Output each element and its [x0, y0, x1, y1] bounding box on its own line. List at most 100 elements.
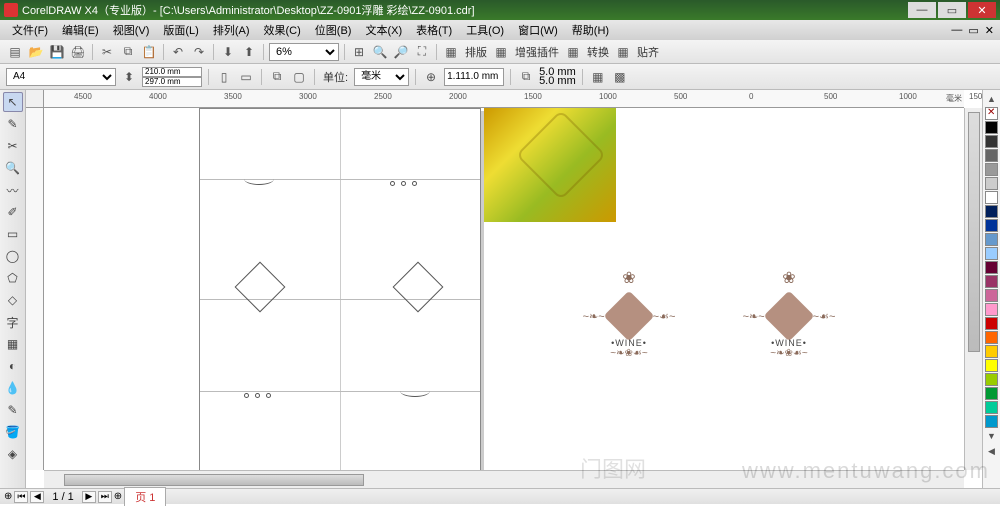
color-swatch[interactable] — [985, 359, 998, 372]
menu-table[interactable]: 表格(T) — [410, 20, 458, 40]
table-tool-icon[interactable]: ▦ — [3, 334, 23, 354]
save-icon[interactable]: 💾 — [48, 43, 66, 61]
color-swatch[interactable] — [985, 205, 998, 218]
panel-convert-label[interactable]: 转换 — [585, 44, 611, 60]
panel-plugin-label[interactable]: 增强插件 — [513, 44, 561, 60]
options-icon[interactable]: ▩ — [611, 68, 629, 86]
copy-icon[interactable]: ⧉ — [119, 43, 137, 61]
color-swatch[interactable] — [985, 163, 998, 176]
treat-as-filled-icon[interactable]: ▦ — [589, 68, 607, 86]
color-swatch[interactable] — [985, 387, 998, 400]
ruler-corner[interactable] — [26, 90, 44, 108]
color-swatch[interactable] — [985, 135, 998, 148]
horizontal-scrollbar[interactable] — [44, 470, 964, 488]
color-swatch[interactable] — [985, 233, 998, 246]
maximize-button[interactable]: ▭ — [938, 2, 966, 18]
portrait-icon[interactable]: ▯ — [215, 68, 233, 86]
pick-tool-icon[interactable]: ↖ — [3, 92, 23, 112]
add-page-icon[interactable]: ⊕ — [4, 491, 12, 502]
ellipse-tool-icon[interactable]: ◯ — [3, 246, 23, 266]
close-button[interactable]: ✕ — [968, 2, 996, 18]
minimize-button[interactable]: — — [908, 2, 936, 18]
panel-layout-label[interactable]: 排版 — [463, 44, 489, 60]
crop-tool-icon[interactable]: ✂ — [3, 136, 23, 156]
palette-down-icon[interactable]: ▼ — [987, 429, 996, 443]
menu-file[interactable]: 文件(F) — [6, 20, 54, 40]
color-swatch[interactable] — [985, 177, 998, 190]
blend-tool-icon[interactable]: ◐ — [3, 356, 23, 376]
menu-bitmap[interactable]: 位图(B) — [309, 20, 358, 40]
color-swatch[interactable] — [985, 107, 998, 120]
paste-icon[interactable]: 📋 — [140, 43, 158, 61]
color-swatch[interactable] — [985, 373, 998, 386]
color-swatch[interactable] — [985, 289, 998, 302]
color-swatch[interactable] — [985, 149, 998, 162]
menu-layout[interactable]: 版面(L) — [157, 20, 204, 40]
color-swatch[interactable] — [985, 331, 998, 344]
ruler-horizontal[interactable]: 4500 4000 3500 3000 2500 2000 1500 1000 … — [44, 90, 964, 108]
panel-align-icon[interactable]: ▦ — [614, 43, 632, 61]
color-swatch[interactable] — [985, 261, 998, 274]
viewport[interactable]: ❀ ~❧~ ~☙~ •WINE• ~❧❀☙~ ❀ ~❧~ ~☙~ •WINE• — [44, 108, 964, 470]
vscroll-thumb[interactable] — [968, 112, 980, 352]
page-width-input[interactable] — [142, 67, 202, 77]
mdi-minimize-icon[interactable]: — — [951, 24, 962, 37]
zoom-out-icon[interactable]: 🔎 — [392, 43, 410, 61]
mdi-restore-icon[interactable]: ▭ — [968, 24, 978, 37]
panel-layout-icon[interactable]: ▦ — [442, 43, 460, 61]
snap-icon[interactable]: ⊞ — [350, 43, 368, 61]
fill-tool-icon[interactable]: 🪣 — [3, 422, 23, 442]
nudge-input[interactable] — [444, 68, 504, 86]
landscape-icon[interactable]: ▭ — [237, 68, 255, 86]
panel-convert-icon[interactable]: ▦ — [564, 43, 582, 61]
menu-text[interactable]: 文本(X) — [359, 20, 408, 40]
export-icon[interactable]: ⬆ — [240, 43, 258, 61]
open-icon[interactable]: 📂 — [27, 43, 45, 61]
menu-help[interactable]: 帮助(H) — [566, 20, 615, 40]
ruler-vertical[interactable] — [26, 108, 44, 470]
prev-page-button[interactable]: ◀ — [30, 491, 44, 503]
rectangle-tool-icon[interactable]: ▭ — [3, 224, 23, 244]
menu-view[interactable]: 视图(V) — [107, 20, 156, 40]
outline-tool-icon[interactable]: ✎ — [3, 400, 23, 420]
menu-effects[interactable]: 效果(C) — [258, 20, 307, 40]
palette-flyout-icon[interactable]: ◀ — [988, 444, 995, 459]
basic-shapes-icon[interactable]: ◇ — [3, 290, 23, 310]
print-icon[interactable]: 🖨 — [69, 43, 87, 61]
undo-icon[interactable]: ↶ — [169, 43, 187, 61]
color-swatch[interactable] — [985, 121, 998, 134]
redo-icon[interactable]: ↷ — [190, 43, 208, 61]
zoom-tool-icon[interactable]: 🔍 — [3, 158, 23, 178]
smart-tool-icon[interactable]: ✐ — [3, 202, 23, 222]
color-swatch[interactable] — [985, 275, 998, 288]
page-height-input[interactable] — [142, 77, 202, 87]
zoom-in-icon[interactable]: 🔍 — [371, 43, 389, 61]
first-page-button[interactable]: ⏮ — [14, 491, 28, 503]
color-swatch[interactable] — [985, 317, 998, 330]
cut-icon[interactable]: ✂ — [98, 43, 116, 61]
palette-up-icon[interactable]: ▲ — [987, 92, 996, 106]
import-icon[interactable]: ⬇ — [219, 43, 237, 61]
color-swatch[interactable] — [985, 191, 998, 204]
freehand-tool-icon[interactable]: 〰 — [3, 180, 23, 200]
color-swatch[interactable] — [985, 219, 998, 232]
color-swatch[interactable] — [985, 415, 998, 428]
color-swatch[interactable] — [985, 401, 998, 414]
text-tool-icon[interactable]: 字 — [3, 312, 23, 332]
add-page-after-icon[interactable]: ⊕ — [114, 491, 122, 502]
eyedropper-tool-icon[interactable]: 💧 — [3, 378, 23, 398]
fullscreen-icon[interactable]: ⛶ — [413, 43, 431, 61]
menu-window[interactable]: 窗口(W) — [512, 20, 564, 40]
polygon-tool-icon[interactable]: ⬠ — [3, 268, 23, 288]
new-icon[interactable]: ▤ — [6, 43, 24, 61]
all-pages-icon[interactable]: ⧉ — [268, 68, 286, 86]
current-page-icon[interactable]: ▢ — [290, 68, 308, 86]
panel-plugin-icon[interactable]: ▦ — [492, 43, 510, 61]
color-swatch[interactable] — [985, 247, 998, 260]
vertical-scrollbar[interactable] — [964, 108, 982, 470]
next-page-button[interactable]: ▶ — [82, 491, 96, 503]
hscroll-thumb[interactable] — [64, 474, 364, 486]
zoom-combo[interactable]: 6% — [269, 43, 339, 61]
interactive-fill-icon[interactable]: ◈ — [3, 444, 23, 464]
menu-edit[interactable]: 编辑(E) — [56, 20, 105, 40]
